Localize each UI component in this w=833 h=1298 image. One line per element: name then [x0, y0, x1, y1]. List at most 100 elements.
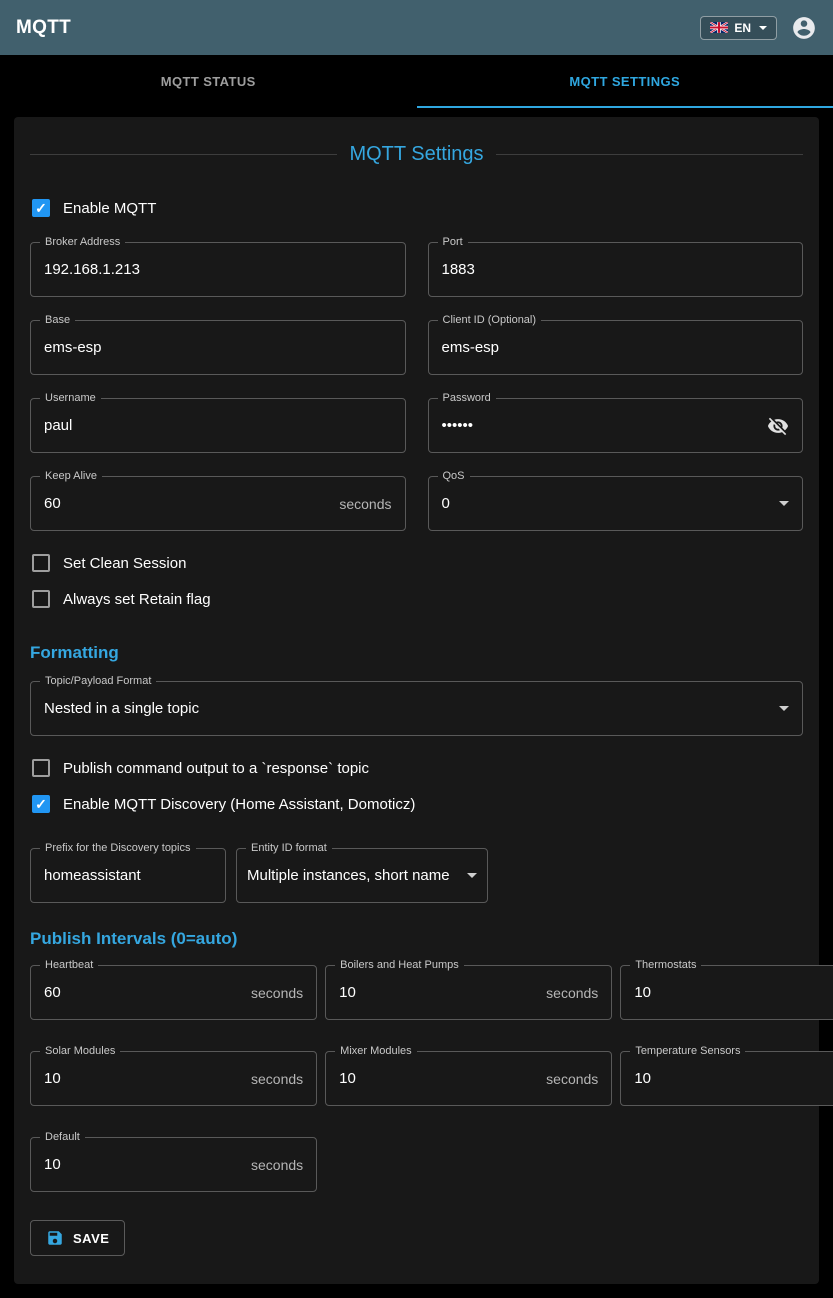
- discovery-prefix-field: Prefix for the Discovery topics: [30, 848, 226, 903]
- client-id-input[interactable]: [442, 339, 790, 356]
- field-suffix: seconds: [251, 1157, 303, 1173]
- field-label: Default: [40, 1131, 85, 1144]
- field-suffix: seconds: [251, 1071, 303, 1087]
- checkbox-icon: [32, 199, 50, 217]
- account-button[interactable]: [791, 15, 817, 41]
- mixer-interval-input[interactable]: [339, 1070, 538, 1087]
- visibility-off-icon: [767, 415, 789, 437]
- toggle-password-visibility-button[interactable]: [767, 415, 789, 437]
- username-input[interactable]: [44, 417, 392, 434]
- field-label: Prefix for the Discovery topics: [40, 842, 196, 855]
- field-label: Password: [438, 392, 496, 405]
- app-bar: MQTT EN: [0, 0, 833, 55]
- field-label: Base: [40, 314, 75, 327]
- chevron-down-icon: [759, 26, 767, 30]
- page-title: MQTT: [16, 17, 71, 39]
- field-label: QoS: [438, 470, 470, 483]
- keep-alive-input[interactable]: [44, 495, 331, 512]
- discovery-fields-row: Prefix for the Discovery topics Entity I…: [30, 848, 803, 903]
- dropdown-arrow-icon: [779, 501, 789, 506]
- save-icon: [46, 1229, 64, 1247]
- field-label: Boilers and Heat Pumps: [335, 959, 464, 972]
- password-field: Password: [428, 398, 804, 453]
- client-id-field: Client ID (Optional): [428, 320, 804, 375]
- dropdown-arrow-icon: [467, 873, 477, 878]
- default-interval-input[interactable]: [44, 1156, 243, 1173]
- base-field: Base: [30, 320, 406, 375]
- heartbeat-interval-input[interactable]: [44, 984, 243, 1001]
- broker-address-field: Broker Address: [30, 242, 406, 297]
- formatting-heading: Formatting: [30, 643, 803, 663]
- retain-flag-checkbox[interactable]: Always set Retain flag: [30, 581, 213, 617]
- language-selector[interactable]: EN: [700, 16, 777, 40]
- section-title-row: MQTT Settings: [30, 143, 803, 166]
- clean-session-checkbox[interactable]: Set Clean Session: [30, 545, 188, 581]
- checkbox-label: Enable MQTT: [63, 200, 156, 217]
- checkbox-label: Always set Retain flag: [63, 591, 211, 608]
- mqtt-settings-card: MQTT Settings Enable MQTT Broker Address…: [14, 117, 819, 1284]
- port-input[interactable]: [442, 261, 790, 278]
- qos-select[interactable]: QoS 0: [428, 476, 804, 531]
- publish-intervals-grid: Heartbeat seconds Boilers and Heat Pumps…: [30, 965, 803, 1192]
- field-label: Broker Address: [40, 236, 125, 249]
- heartbeat-interval-field: Heartbeat seconds: [30, 965, 317, 1020]
- language-label: EN: [734, 21, 751, 35]
- boilers-interval-field: Boilers and Heat Pumps seconds: [325, 965, 612, 1020]
- connection-fields-grid: Broker Address Port Base Client ID (Opti…: [30, 242, 803, 531]
- select-value: Nested in a single topic: [44, 700, 771, 717]
- save-button-label: SAVE: [73, 1231, 109, 1246]
- field-label: Mixer Modules: [335, 1045, 417, 1058]
- base-input[interactable]: [44, 339, 392, 356]
- formatting-options: Publish command output to a `response` t…: [30, 750, 803, 822]
- thermostats-interval-field: Thermostats seconds: [620, 965, 833, 1020]
- field-suffix: seconds: [546, 1071, 598, 1087]
- field-label: Port: [438, 236, 468, 249]
- uk-flag-icon: [710, 22, 728, 33]
- solar-interval-input[interactable]: [44, 1070, 243, 1087]
- boilers-interval-input[interactable]: [339, 984, 538, 1001]
- port-field: Port: [428, 242, 804, 297]
- select-value: 0: [442, 495, 772, 512]
- keep-alive-field: Keep Alive seconds: [30, 476, 406, 531]
- temperature-sensors-interval-field: Temperature Sensors seconds: [620, 1051, 833, 1106]
- enable-mqtt-checkbox[interactable]: Enable MQTT: [30, 190, 158, 226]
- field-suffix: seconds: [251, 985, 303, 1001]
- dropdown-arrow-icon: [779, 706, 789, 711]
- tab-mqtt-status[interactable]: MQTT STATUS: [0, 55, 417, 108]
- checkbox-icon: [32, 759, 50, 777]
- field-label: Solar Modules: [40, 1045, 120, 1058]
- response-topic-checkbox[interactable]: Publish command output to a `response` t…: [30, 750, 371, 786]
- default-interval-field: Default seconds: [30, 1137, 317, 1192]
- app-bar-actions: EN: [700, 15, 817, 41]
- entity-id-format-select[interactable]: Entity ID format Multiple instances, sho…: [236, 848, 488, 903]
- settings-title: MQTT Settings: [349, 143, 483, 166]
- session-options: Set Clean Session Always set Retain flag: [30, 545, 803, 617]
- broker-address-input[interactable]: [44, 261, 392, 278]
- checkbox-label: Publish command output to a `response` t…: [63, 760, 369, 777]
- tab-mqtt-settings[interactable]: MQTT SETTINGS: [417, 55, 833, 108]
- select-value: Multiple instances, short name: [247, 867, 459, 884]
- checkbox-icon: [32, 590, 50, 608]
- discovery-prefix-input[interactable]: [44, 867, 212, 884]
- field-label: Topic/Payload Format: [40, 675, 156, 688]
- solar-interval-field: Solar Modules seconds: [30, 1051, 317, 1106]
- temperature-sensors-interval-input[interactable]: [634, 1070, 833, 1087]
- save-button[interactable]: SAVE: [30, 1220, 125, 1256]
- field-label: Username: [40, 392, 101, 405]
- checkbox-label: Enable MQTT Discovery (Home Assistant, D…: [63, 796, 415, 813]
- password-input[interactable]: [442, 417, 760, 434]
- field-label: Thermostats: [630, 959, 701, 972]
- field-label: Heartbeat: [40, 959, 98, 972]
- publish-intervals-heading: Publish Intervals (0=auto): [30, 929, 803, 949]
- field-label: Client ID (Optional): [438, 314, 542, 327]
- mixer-interval-field: Mixer Modules seconds: [325, 1051, 612, 1106]
- account-circle-icon: [791, 15, 817, 41]
- field-suffix: seconds: [546, 985, 598, 1001]
- field-label: Keep Alive: [40, 470, 102, 483]
- mqtt-discovery-checkbox[interactable]: Enable MQTT Discovery (Home Assistant, D…: [30, 786, 417, 822]
- thermostats-interval-input[interactable]: [634, 984, 833, 1001]
- field-label: Temperature Sensors: [630, 1045, 745, 1058]
- checkbox-icon: [32, 795, 50, 813]
- field-suffix: seconds: [339, 496, 391, 512]
- topic-payload-format-select[interactable]: Topic/Payload Format Nested in a single …: [30, 681, 803, 736]
